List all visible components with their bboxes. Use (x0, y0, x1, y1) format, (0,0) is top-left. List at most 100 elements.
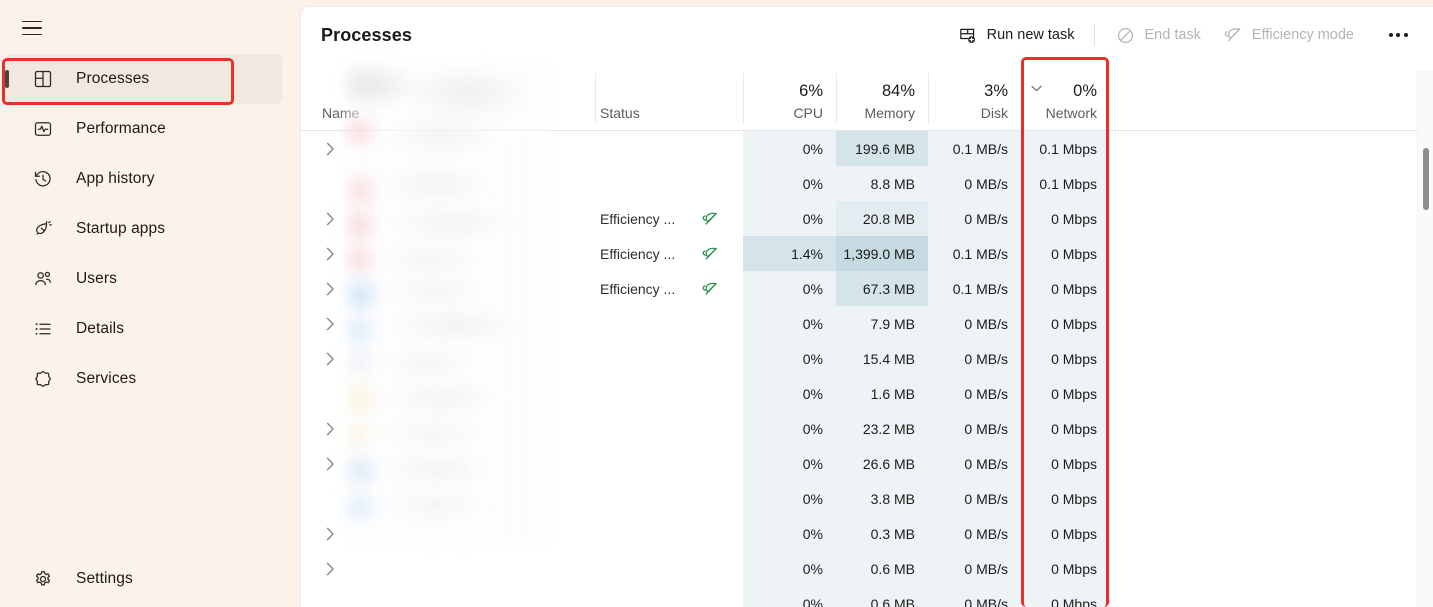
more-options-button[interactable] (1379, 18, 1417, 52)
sidebar-item-users[interactable]: Users (6, 254, 282, 304)
column-divider (1021, 73, 1022, 124)
cell-filler (1110, 166, 1433, 201)
cell-network: 0 Mbps (1021, 201, 1110, 236)
table-row[interactable]: Efficiency ... 0% 67.3 MB 0.1 MB/s 0 Mbps (301, 271, 1433, 306)
cell-cpu: 0% (743, 446, 836, 481)
toolbar-actions: Run new task End task Efficiency mode (947, 7, 1417, 63)
table-row[interactable]: 0% 15.4 MB 0 MB/s 0 Mbps (301, 341, 1433, 376)
cell-filler (1110, 201, 1433, 236)
list-details-icon (32, 318, 54, 340)
cell-network: 0.1 Mbps (1021, 166, 1110, 201)
sidebar-item-startup-apps[interactable]: Startup apps (6, 204, 282, 254)
chevron-right-icon[interactable] (322, 526, 338, 542)
run-new-task-button[interactable]: Run new task (947, 18, 1086, 52)
prohibited-icon (1115, 25, 1135, 45)
scrollbar-thumb[interactable] (1423, 148, 1429, 210)
table-header-row: Name Status 6% CPU 84% Memory 3% Disk 0%… (301, 63, 1433, 131)
hamburger-menu-icon[interactable] (9, 8, 55, 48)
cell-network: 0 Mbps (1021, 306, 1110, 341)
cell-network: 0 Mbps (1021, 376, 1110, 411)
cell-memory: 15.4 MB (836, 341, 928, 376)
cell-process-name (301, 551, 595, 586)
cell-filler (1110, 411, 1433, 446)
cell-cpu: 0% (743, 586, 836, 607)
chevron-right-icon[interactable] (322, 421, 338, 437)
column-header-status[interactable]: Status (595, 63, 743, 130)
column-divider (928, 73, 929, 124)
add-window-icon (958, 25, 978, 45)
gear-services-icon (32, 368, 54, 390)
table-row[interactable]: 0% 8.8 MB 0 MB/s 0.1 Mbps (301, 166, 1433, 201)
grid-processes-icon (32, 68, 54, 90)
column-header-percent: 3% (984, 82, 1008, 101)
table-row[interactable]: 0% 1.6 MB 0 MB/s 0 Mbps (301, 376, 1433, 411)
sidebar-item-processes[interactable]: Processes (6, 54, 282, 104)
chevron-right-icon[interactable] (322, 351, 338, 367)
sidebar-item-details[interactable]: Details (6, 304, 282, 354)
leaf-icon (1223, 25, 1243, 45)
end-task-button[interactable]: End task (1104, 18, 1211, 52)
efficiency-mode-button[interactable]: Efficiency mode (1212, 18, 1365, 52)
sidebar-settings-container: Settings (0, 554, 300, 604)
chevron-right-icon[interactable] (322, 246, 338, 262)
cell-network: 0 Mbps (1021, 586, 1110, 607)
cell-process-name (301, 376, 595, 411)
ellipsis-icon (1396, 33, 1400, 37)
column-header-disk[interactable]: 3% Disk (928, 63, 1021, 130)
cell-memory: 23.2 MB (836, 411, 928, 446)
column-header-network[interactable]: 0% Network (1021, 63, 1110, 130)
cell-process-name (301, 236, 595, 271)
chevron-right-icon[interactable] (322, 561, 338, 577)
sidebar-item-label: Settings (76, 570, 133, 587)
column-header-label: Memory (864, 104, 915, 121)
toolbar-divider (1094, 24, 1096, 46)
table-row[interactable]: 0% 0.6 MB 0 MB/s 0 Mbps (301, 551, 1433, 586)
column-header-percent: 0% (1073, 82, 1097, 101)
table-row[interactable]: Efficiency ... 1.4% 1,399.0 MB 0.1 MB/s 0 Mb… (301, 236, 1433, 271)
sidebar-item-app-history[interactable]: App history (6, 154, 282, 204)
table-row[interactable]: 0% 0.6 MB 0 MB/s 0 Mbps (301, 586, 1433, 607)
table-row[interactable]: 0% 23.2 MB 0 MB/s 0 Mbps (301, 411, 1433, 446)
cell-memory: 67.3 MB (836, 271, 928, 306)
sidebar-item-label: Details (76, 320, 125, 337)
sidebar-item-services[interactable]: Services (6, 354, 282, 404)
vertical-scrollbar[interactable] (1417, 70, 1433, 607)
column-header-name[interactable]: Name (301, 63, 595, 130)
chevron-right-icon[interactable] (322, 211, 338, 227)
cell-process-name (301, 411, 595, 446)
column-header-cpu[interactable]: 6% CPU (743, 63, 836, 130)
status-label: Efficiency ... (600, 280, 676, 297)
sidebar-item-performance[interactable]: Performance (6, 104, 282, 154)
column-header-filler (1110, 63, 1433, 130)
cell-process-name (301, 341, 595, 376)
cell-filler (1110, 551, 1433, 586)
cell-process-name (301, 306, 595, 341)
table-row[interactable]: 0% 3.8 MB 0 MB/s 0 Mbps (301, 481, 1433, 516)
cell-cpu: 0% (743, 481, 836, 516)
column-header-label: Status (600, 104, 640, 121)
cell-disk: 0 MB/s (928, 166, 1021, 201)
table-row[interactable]: Efficiency ... 0% 20.8 MB 0 MB/s 0 Mbps (301, 201, 1433, 236)
table-row[interactable]: 0% 26.6 MB 0 MB/s 0 Mbps (301, 446, 1433, 481)
table-row[interactable]: 0% 7.9 MB 0 MB/s 0 Mbps (301, 306, 1433, 341)
cell-filler (1110, 341, 1433, 376)
chevron-right-icon[interactable] (322, 456, 338, 472)
cell-disk: 0 MB/s (928, 551, 1021, 586)
gear-settings-icon (32, 568, 54, 590)
cell-filler (1110, 236, 1433, 271)
cell-cpu: 1.4% (743, 236, 836, 271)
cell-memory: 7.9 MB (836, 306, 928, 341)
table-row[interactable]: 0% 0.3 MB 0 MB/s 0 Mbps (301, 516, 1433, 551)
chevron-right-icon[interactable] (322, 316, 338, 332)
cell-memory: 3.8 MB (836, 481, 928, 516)
column-header-memory[interactable]: 84% Memory (836, 63, 928, 130)
chevron-right-icon[interactable] (322, 141, 338, 157)
page-title: Processes (321, 24, 412, 45)
column-header-label: Name (322, 104, 360, 121)
table-row[interactable]: 0% 199.6 MB 0.1 MB/s 0.1 Mbps (301, 131, 1433, 166)
efficiency-mode-label: Efficiency mode (1251, 27, 1354, 43)
cell-disk: 0.1 MB/s (928, 236, 1021, 271)
sidebar-item-settings[interactable]: Settings (6, 554, 282, 604)
cell-disk: 0 MB/s (928, 516, 1021, 551)
chevron-right-icon[interactable] (322, 281, 338, 297)
